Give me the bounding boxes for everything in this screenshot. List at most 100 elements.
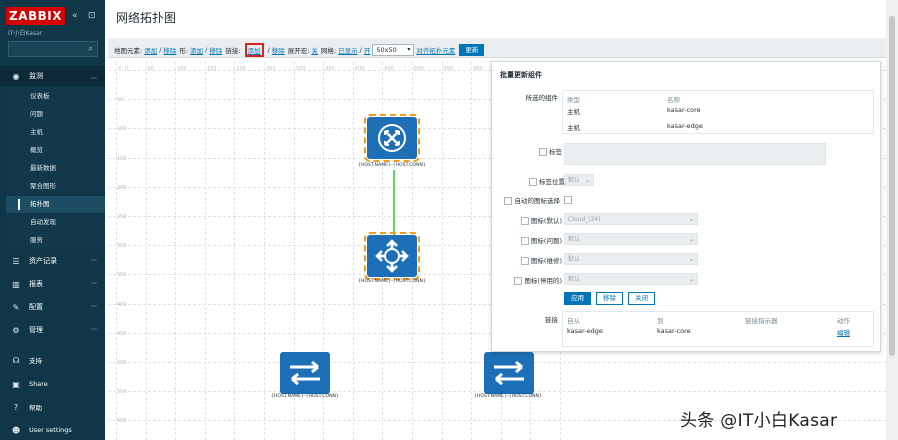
expand-macros-toggle[interactable]: 关 bbox=[311, 45, 318, 55]
remove-button[interactable]: 移除 bbox=[596, 292, 623, 305]
menu-share-label: Share bbox=[29, 380, 48, 388]
menu-administration[interactable]: ⚙ 管理 ﹀ bbox=[0, 319, 105, 341]
y-tick-label: 100 bbox=[117, 126, 127, 133]
align-elements-link[interactable]: 对齐拓扑元素 bbox=[416, 45, 455, 55]
icon-problem-checkbox[interactable] bbox=[520, 237, 529, 245]
zabbix-logo[interactable]: ZABBIX bbox=[6, 7, 65, 25]
grid-shown-toggle[interactable]: 已显示 bbox=[338, 45, 358, 55]
auto-icon-left-checkbox[interactable] bbox=[504, 197, 513, 205]
y-tick-label: 150 bbox=[117, 155, 127, 162]
label-textarea[interactable] bbox=[564, 143, 826, 165]
add-shape-link[interactable]: 添加 bbox=[190, 45, 203, 55]
selected-name-cell: kasar-edge bbox=[667, 122, 703, 130]
sidebar-item-overview[interactable]: 概览 bbox=[6, 142, 105, 159]
close-button[interactable]: 关闭 bbox=[628, 292, 655, 305]
map-node-4[interactable] bbox=[484, 352, 534, 394]
y-tick-label: 350 bbox=[117, 272, 127, 279]
sidebar-item-maps[interactable]: 拓扑图 bbox=[6, 196, 105, 213]
expand-macros-label: 展开宏: bbox=[287, 47, 310, 55]
icon-problem-row: 图标(问题) bbox=[512, 235, 562, 245]
icon-maintenance-row: 图标(维修) bbox=[512, 255, 562, 265]
search-icon[interactable]: ⌕ bbox=[89, 44, 93, 54]
map-node-label: {HOST.NAME}-{HOST.CONN} bbox=[271, 394, 339, 399]
menu-help[interactable]: ? 帮助 bbox=[0, 396, 105, 418]
remove-element-link[interactable]: 移除 bbox=[163, 45, 176, 55]
icon-default-select[interactable]: Cloud_(24) ⌄ bbox=[564, 213, 698, 225]
grid-line-vertical bbox=[234, 62, 236, 440]
grid-snap-toggle[interactable]: 开 bbox=[364, 45, 371, 55]
menu-user-settings[interactable]: ☻ User settings bbox=[0, 419, 105, 440]
menu-configuration[interactable]: ✎ 配置 ﹀ bbox=[0, 296, 105, 318]
label-position-select[interactable]: 默认 ⌄ bbox=[564, 174, 594, 186]
eye-icon: ◉ bbox=[12, 71, 20, 81]
map-link-line[interactable] bbox=[393, 170, 395, 237]
sidebar-search-input[interactable]: ⌕ bbox=[8, 41, 98, 57]
links-table: 自从 到 链接指示器 动作 kasar-edge kasar-core 编辑 bbox=[562, 311, 874, 347]
icon-maintenance-checkbox[interactable] bbox=[520, 257, 529, 265]
grid-line-vertical bbox=[116, 62, 117, 440]
chevron-down-icon: ⌄ bbox=[688, 216, 694, 223]
app-window: ZABBIX « ⊡ IT小白Kasar ⌕ ◉ 监测 ︿ 仪表板 问题 主机 … bbox=[0, 0, 898, 440]
grid-size-select[interactable]: 50x50 ▾ bbox=[372, 44, 415, 56]
chevron-down-icon: ﹀ bbox=[90, 304, 97, 312]
add-link-link[interactable]: 添加 bbox=[244, 43, 264, 57]
gear-icon: ⚙ bbox=[12, 325, 20, 335]
icon-disabled-checkbox[interactable] bbox=[514, 277, 523, 285]
auto-icon-row: 自动的图标选择 bbox=[498, 195, 560, 205]
kiosk-mode-icon[interactable]: ⊡ bbox=[88, 11, 96, 21]
menu-support[interactable]: ☊ 支持 bbox=[0, 349, 105, 371]
sidebar-item-services[interactable]: 服务 bbox=[6, 232, 105, 249]
map-elements-label: 地图元素: bbox=[114, 47, 143, 55]
sidebar-item-hosts[interactable]: 主机 bbox=[6, 124, 105, 141]
grid-label: 网格: bbox=[320, 47, 337, 55]
sidebar-item-latest-data[interactable]: 最新数据 bbox=[6, 160, 105, 177]
remove-link-link[interactable]: 移除 bbox=[272, 45, 285, 55]
icon-default-value: Cloud_(24) bbox=[568, 216, 601, 223]
label-checkbox[interactable] bbox=[538, 148, 547, 156]
map-node-2[interactable] bbox=[364, 232, 420, 280]
menu-reports-label: 报表 bbox=[29, 280, 43, 288]
menu-share[interactable]: ▣ Share bbox=[0, 373, 105, 395]
map-node-3[interactable] bbox=[280, 352, 330, 394]
selected-elements-label: 所选的组件 bbox=[525, 94, 559, 102]
apply-button[interactable]: 应用 bbox=[564, 292, 591, 305]
map-node-1[interactable] bbox=[364, 114, 420, 162]
sidebar-item-screens[interactable]: 聚合图形 bbox=[6, 178, 105, 195]
icon-maintenance-select[interactable]: 默认 ⌄ bbox=[564, 253, 698, 265]
icon-default-checkbox[interactable] bbox=[520, 217, 529, 225]
x-tick-label: 200 bbox=[236, 66, 246, 72]
grid-line-vertical bbox=[441, 62, 443, 440]
add-element-link[interactable]: 添加 bbox=[144, 45, 157, 55]
sidebar: ZABBIX « ⊡ IT小白Kasar ⌕ ◉ 监测 ︿ 仪表板 问题 主机 … bbox=[0, 0, 105, 440]
x-tick-label: 350 bbox=[325, 66, 335, 72]
update-button[interactable]: 更新 bbox=[459, 44, 485, 56]
links-col-action: 动作 bbox=[837, 317, 850, 325]
label-position-checkbox[interactable] bbox=[528, 178, 537, 186]
menu-inventory[interactable]: ☰ 资产记录 ﹀ bbox=[0, 250, 105, 272]
label-position-value: 默认 bbox=[568, 177, 581, 184]
sidebar-item-problems[interactable]: 问题 bbox=[6, 106, 105, 123]
icon-problem-select[interactable]: 默认 ⌄ bbox=[564, 233, 698, 245]
edit-link-button[interactable]: 编辑 bbox=[837, 327, 850, 337]
icon-problem-label: 图标(问题) bbox=[530, 237, 562, 245]
auto-icon-checkbox[interactable] bbox=[564, 196, 572, 204]
menu-reports[interactable]: ▥ 报表 ﹀ bbox=[0, 273, 105, 295]
grid-line-vertical bbox=[145, 62, 147, 440]
sidebar-item-discovery[interactable]: 自动发现 bbox=[6, 214, 105, 231]
remove-shape-link[interactable]: 移除 bbox=[209, 45, 222, 55]
icon-problem-value: 默认 bbox=[568, 236, 581, 243]
menu-support-label: 支持 bbox=[29, 357, 42, 365]
vertical-scrollbar[interactable] bbox=[886, 0, 898, 440]
menu-monitoring[interactable]: ◉ 监测 ︿ bbox=[0, 66, 105, 86]
collapse-sidebar-icon[interactable]: « bbox=[72, 11, 78, 21]
grid-line-vertical bbox=[352, 62, 354, 440]
menu-user-settings-label: User settings bbox=[29, 426, 72, 434]
icon-disabled-select[interactable]: 默认 ⌄ bbox=[564, 273, 698, 285]
sidebar-item-dashboard[interactable]: 仪表板 bbox=[6, 88, 105, 105]
grid-line-vertical bbox=[175, 62, 177, 440]
user-icon: ☻ bbox=[11, 425, 21, 435]
scrollbar-thumb[interactable] bbox=[889, 16, 895, 356]
icon-disabled-row: 图标(停用的) bbox=[506, 275, 562, 285]
chevron-down-icon: ▾ bbox=[407, 46, 411, 53]
help-icon: ? bbox=[13, 402, 19, 412]
